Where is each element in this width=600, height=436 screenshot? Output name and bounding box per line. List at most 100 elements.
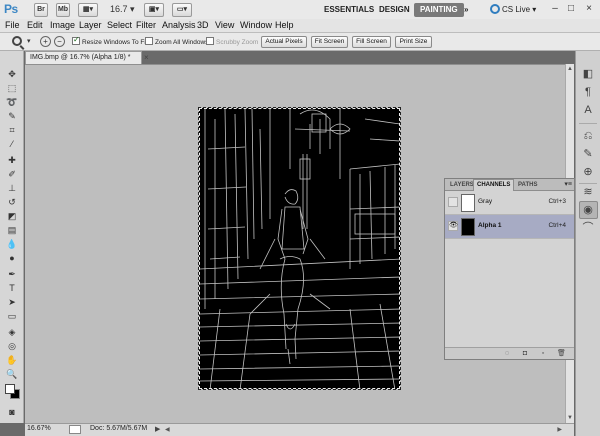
menu-layer[interactable]: Layer bbox=[79, 20, 102, 30]
blur-tool-icon[interactable]: 💧 bbox=[6, 239, 18, 249]
workspace-painting[interactable]: PAINTING bbox=[414, 3, 464, 17]
paragraph-panel-icon[interactable]: ¶ bbox=[581, 85, 595, 99]
screen-mode-button[interactable]: ▭▾ bbox=[172, 3, 192, 17]
panel-menu-icon[interactable]: ▾≡ bbox=[564, 180, 572, 188]
quick-selection-tool-icon[interactable]: ✎ bbox=[6, 111, 18, 121]
workspace-design[interactable]: DESIGN bbox=[373, 3, 416, 17]
scrubby-zoom-checkbox[interactable]: Scrubby Zoom bbox=[206, 37, 258, 46]
eyedropper-tool-icon[interactable]: ⁄ bbox=[6, 139, 18, 149]
zoom-tool-icon[interactable] bbox=[12, 36, 22, 46]
visibility-toggle[interactable] bbox=[448, 197, 458, 207]
dodge-tool-icon[interactable]: ● bbox=[6, 253, 18, 263]
move-tool-icon[interactable]: ✥ bbox=[6, 69, 18, 79]
close-icon[interactable]: × bbox=[582, 2, 596, 16]
document-tab[interactable]: IMG.bmp @ 16.7% (Alpha 1/8) * bbox=[25, 51, 142, 64]
channel-shortcut: Ctrl+4 bbox=[548, 222, 566, 229]
menu-filter[interactable]: Filter bbox=[136, 20, 156, 30]
zoom-in-icon[interactable]: + bbox=[40, 36, 51, 47]
brush-presets-icon[interactable]: ✎ bbox=[581, 147, 595, 161]
menu-window[interactable]: Window bbox=[240, 20, 272, 30]
menu-select[interactable]: Select bbox=[107, 20, 132, 30]
history-brush-tool-icon[interactable]: ↺ bbox=[6, 197, 18, 207]
status-doc-size: Doc: 5.67M/5.67M bbox=[90, 425, 148, 432]
tool-preset-dropdown-icon[interactable]: ▾ bbox=[27, 37, 31, 45]
scrubby-zoom-label: Scrubby Zoom bbox=[216, 39, 259, 46]
save-selection-icon[interactable]: ◘ bbox=[521, 350, 529, 358]
launch-bridge-button[interactable]: Br bbox=[34, 3, 48, 17]
menu-help[interactable]: Help bbox=[275, 20, 294, 30]
channel-name: Gray bbox=[478, 198, 493, 205]
menu-analysis[interactable]: Analysis bbox=[162, 20, 196, 30]
zoom-out-icon[interactable]: − bbox=[54, 36, 65, 47]
zoom-tool-small-icon[interactable]: 🔍 bbox=[6, 369, 18, 379]
channels-panel: LAYERS CHANNELS PATHS ▾≡ Gray Ctrl+3 👁 A… bbox=[444, 178, 575, 360]
quick-mask-icon[interactable]: ◙ bbox=[6, 407, 18, 417]
resize-windows-checkbox[interactable]: Resize Windows To Fit bbox=[72, 35, 148, 46]
workspace-essentials[interactable]: ESSENTIALS bbox=[318, 3, 380, 17]
workspace-more-button[interactable]: » bbox=[458, 3, 474, 17]
history-panel-icon[interactable]: ⎌ bbox=[581, 129, 595, 143]
status-menu-arrow-icon[interactable]: ▶ bbox=[155, 425, 160, 433]
eraser-tool-icon[interactable]: ◩ bbox=[6, 211, 18, 221]
scroll-left-icon[interactable]: ◀ bbox=[165, 426, 170, 433]
scroll-up-icon[interactable]: ▲ bbox=[567, 66, 573, 72]
delete-channel-icon[interactable]: 🗑 bbox=[557, 350, 566, 358]
print-size-button[interactable]: Print Size bbox=[395, 36, 432, 48]
actual-pixels-button[interactable]: Actual Pixels bbox=[261, 36, 307, 48]
gradient-tool-icon[interactable]: ▤ bbox=[6, 225, 18, 235]
pen-tool-icon[interactable]: ✒ bbox=[6, 269, 18, 279]
checkbox-checked-icon bbox=[72, 35, 80, 45]
marquee-tool-icon[interactable]: ⬚ bbox=[6, 83, 18, 93]
brush-tool-icon[interactable]: ✐ bbox=[6, 169, 18, 179]
path-selection-tool-icon[interactable]: ➤ bbox=[6, 297, 18, 307]
menu-view[interactable]: View bbox=[215, 20, 234, 30]
crop-tool-icon[interactable]: ⌗ bbox=[6, 125, 18, 135]
menu-image[interactable]: Image bbox=[50, 20, 75, 30]
zoom-level-dropdown[interactable]: 16.7 ▾ bbox=[110, 4, 135, 15]
clone-source-icon[interactable]: ⊕ bbox=[581, 165, 595, 179]
channel-row-gray[interactable]: Gray Ctrl+3 bbox=[445, 191, 574, 215]
scroll-down-icon[interactable]: ▼ bbox=[567, 415, 573, 421]
paths-panel-icon[interactable]: ⌒ bbox=[581, 221, 595, 235]
status-zoom-field[interactable]: 16.67% bbox=[27, 425, 51, 432]
tab-channels[interactable]: CHANNELS bbox=[473, 179, 515, 191]
spot-healing-tool-icon[interactable]: ✚ bbox=[6, 155, 18, 165]
document-close-icon[interactable]: × bbox=[144, 53, 149, 62]
scroll-right-icon[interactable]: ▶ bbox=[557, 426, 562, 433]
3d-orbit-tool-icon[interactable]: ◎ bbox=[6, 341, 18, 351]
character-panel-icon[interactable]: A bbox=[581, 103, 595, 117]
menu-bar: File Edit Image Layer Select Filter Anal… bbox=[0, 19, 600, 33]
status-preview-icon[interactable] bbox=[69, 425, 81, 434]
shape-tool-icon[interactable]: ▭ bbox=[6, 311, 18, 321]
minimize-icon[interactable]: – bbox=[548, 2, 562, 16]
color-panel-icon[interactable]: ◧ bbox=[581, 67, 595, 81]
clone-stamp-tool-icon[interactable]: ⊥ bbox=[6, 183, 18, 193]
zoom-all-windows-checkbox[interactable]: Zoom All Windows bbox=[145, 37, 208, 46]
arrange-documents-button[interactable]: ▣▾ bbox=[144, 3, 164, 17]
menu-edit[interactable]: Edit bbox=[27, 20, 43, 30]
launch-mini-bridge-button[interactable]: Mb bbox=[56, 3, 70, 17]
layers-panel-icon[interactable]: ≋ bbox=[581, 185, 595, 199]
zoom-level-value: 16.7 bbox=[110, 4, 128, 14]
eye-icon[interactable]: 👁 bbox=[448, 221, 458, 231]
type-tool-icon[interactable]: T bbox=[6, 283, 18, 293]
view-extras-button[interactable]: ▦▾ bbox=[78, 3, 98, 17]
menu-file[interactable]: File bbox=[5, 20, 20, 30]
fit-screen-button[interactable]: Fit Screen bbox=[311, 36, 348, 48]
channel-thumbnail bbox=[461, 194, 475, 212]
maximize-icon[interactable]: □ bbox=[564, 2, 578, 16]
options-bar: ▾ + − Resize Windows To Fit Zoom All Win… bbox=[0, 33, 600, 51]
3d-rotate-tool-icon[interactable]: ◈ bbox=[6, 327, 18, 337]
menu-3d[interactable]: 3D bbox=[197, 20, 209, 30]
hand-tool-icon[interactable]: ✋ bbox=[6, 355, 18, 365]
lasso-tool-icon[interactable]: ➰ bbox=[6, 97, 18, 107]
document-image-alpha-channel[interactable] bbox=[198, 107, 401, 390]
load-selection-icon[interactable]: ◌ bbox=[503, 350, 511, 358]
fill-screen-button[interactable]: Fill Screen bbox=[352, 36, 391, 48]
new-channel-icon[interactable]: ▫ bbox=[539, 350, 547, 358]
cs-live-label: CS Live bbox=[502, 5, 531, 14]
tab-paths[interactable]: PATHS bbox=[515, 180, 540, 191]
foreground-color-swatch[interactable] bbox=[5, 384, 15, 394]
cs-live-menu[interactable]: CS Live ▾ bbox=[490, 3, 536, 17]
channel-row-alpha-1[interactable]: 👁 Alpha 1 Ctrl+4 bbox=[445, 215, 574, 239]
